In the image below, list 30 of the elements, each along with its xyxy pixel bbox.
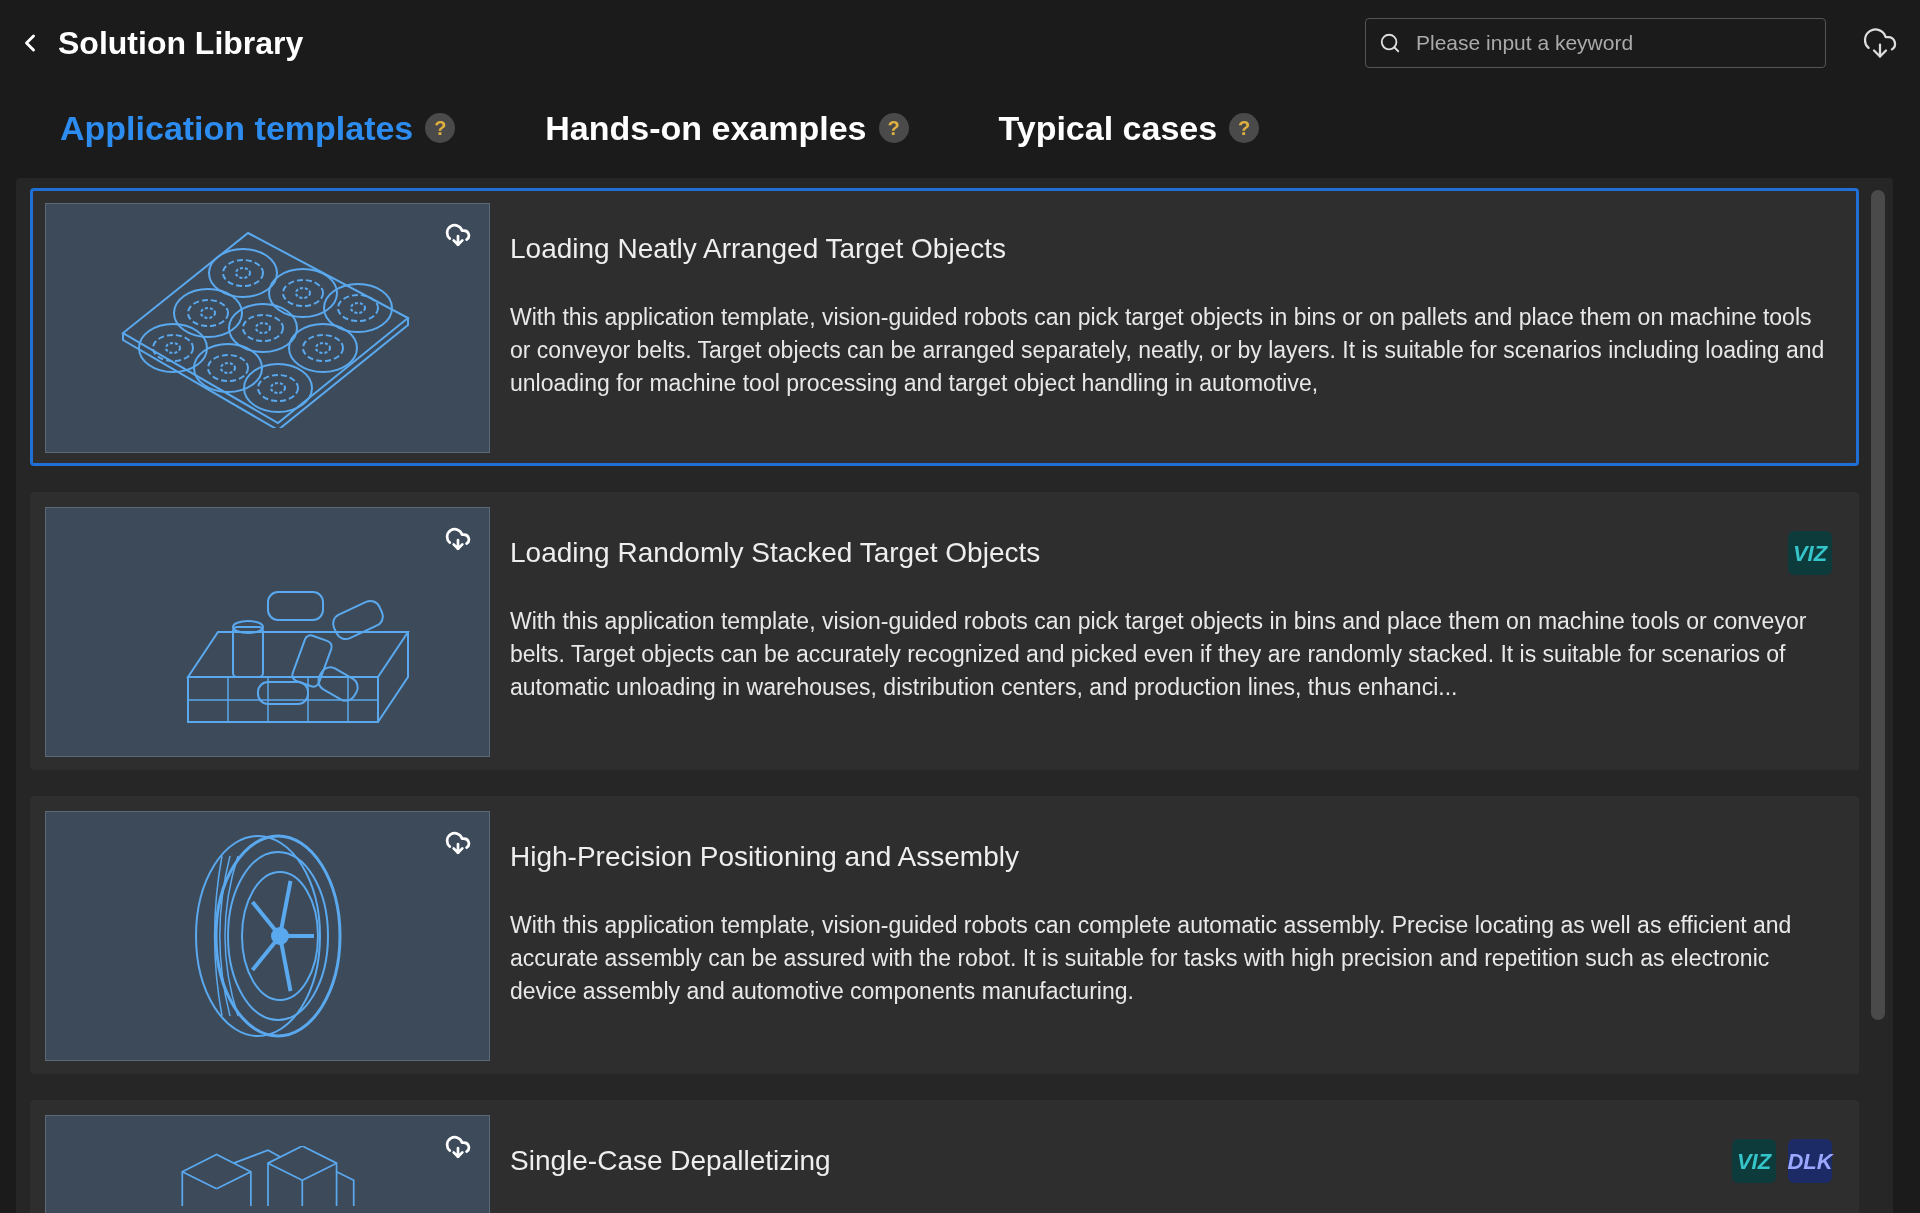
product-badge: DLK <box>1788 1139 1832 1183</box>
tab[interactable]: Application templates <box>60 102 414 154</box>
tab[interactable]: Hands-on examples <box>545 102 867 154</box>
cloud-download-icon <box>1862 25 1898 61</box>
tab[interactable]: Typical cases <box>998 102 1218 154</box>
product-badge: VIZ <box>1788 531 1832 575</box>
product-badge: VIZ <box>1732 1139 1776 1183</box>
page-title: Solution Library <box>58 24 304 63</box>
template-title: High-Precision Positioning and Assembly <box>510 840 1019 874</box>
template-card[interactable] <box>30 796 1859 1074</box>
template-card[interactable] <box>30 492 1859 770</box>
template-description: With this application template, vision-guided robots can complete automatic assembly. Precise locating as well as efficient and accurate assembly can be assured with the robot. It is suitable for tasks with high precision and repetition such as electronic device assembly and automotive components manufacturing. <box>510 911 1793 1006</box>
template-title: Loading Neatly Arranged Target Objects <box>510 232 1006 266</box>
scrollbar[interactable] <box>1871 190 1885 1020</box>
cloud-download-icon <box>445 526 471 552</box>
cloud-download-icon <box>445 222 471 248</box>
help-icon[interactable]: ? <box>425 113 456 143</box>
download-button[interactable] <box>1862 25 1898 61</box>
help-icon[interactable]: ? <box>1229 113 1260 143</box>
template-title: Loading Randomly Stacked Target Objects <box>510 536 1041 570</box>
cloud-download-icon <box>445 1134 471 1160</box>
template-card[interactable] <box>30 188 1859 466</box>
template-title: Single-Case Depalletizing <box>510 1144 831 1178</box>
help-icon[interactable]: ? <box>878 113 909 143</box>
template-description: With this application template, vision-guided robots can pick target objects in bins and place them on machine tools or conveyor belts. Target objects can be accurately recognized and picked even if they are randomly stacked. It is suitable for scenarios of automatic unloading in warehouses, distribution centers, and production lines, thus enhanci... <box>510 607 1808 702</box>
search-icon <box>1379 32 1401 54</box>
cloud-download-icon <box>445 830 471 856</box>
search-field[interactable]: Please input a keyword <box>1365 18 1826 68</box>
template-card[interactable]: Single-Case Depalletizing VIZ DLK <box>30 1100 1859 1213</box>
template-description: With this application template, vision-guided robots can pick target objects in bins or on pallets and place them on machine tools or conveyor belts. Target objects can be arranged separately, neatly, or by layers. It is suitable for scenarios including loading and unloading for machine tool processing and target object handling in automotive, <box>510 303 1826 398</box>
